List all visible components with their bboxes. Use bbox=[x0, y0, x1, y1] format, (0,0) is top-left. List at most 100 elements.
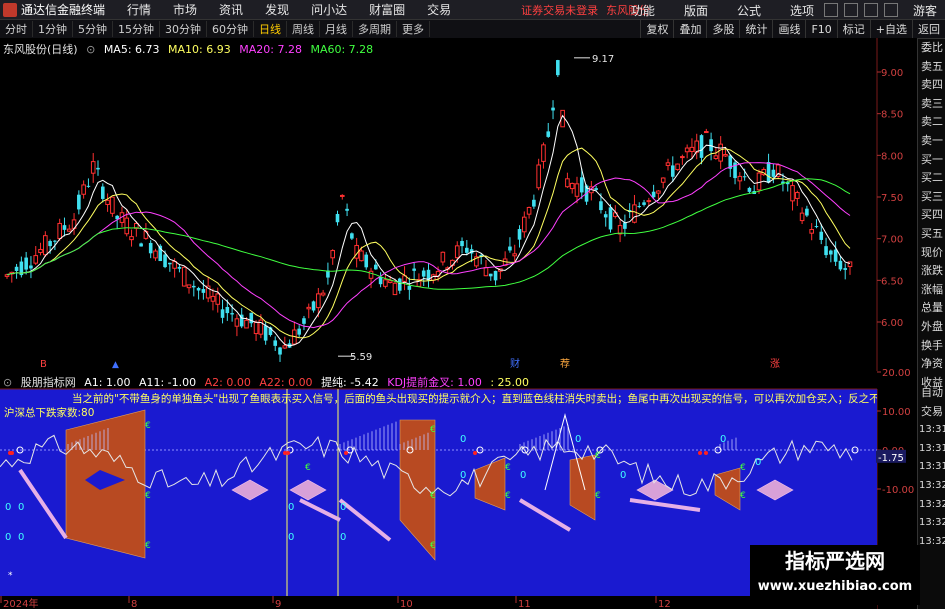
price-label: 6.50 bbox=[881, 276, 903, 287]
quote-field[interactable]: 外盘 bbox=[918, 318, 945, 337]
candle-body-up bbox=[66, 228, 72, 232]
quote-field[interactable]: 涨幅 bbox=[918, 281, 945, 300]
mark-button[interactable]: 标记 bbox=[836, 20, 870, 38]
quote-field[interactable]: 买一 bbox=[918, 151, 945, 170]
quote-field-list: 委比 卖五 卖四 卖三 卖二 卖一 买一 买二 买三 买四 买五 现价 涨跌 涨幅 总量 外盘 换手 净资 收益 bbox=[918, 39, 945, 392]
quote-field[interactable]: 涨跌 bbox=[918, 262, 945, 281]
quote-field[interactable]: 买五 bbox=[918, 225, 945, 244]
price-label: 8.50 bbox=[881, 110, 903, 121]
guest-label[interactable]: 游客 bbox=[913, 2, 937, 19]
menu-news[interactable]: 资讯 bbox=[219, 1, 243, 18]
add-watchlist-button[interactable]: +自选 bbox=[869, 20, 912, 38]
candle-body-up bbox=[124, 217, 130, 235]
tick-time: 13:31 bbox=[919, 461, 945, 473]
period-60min[interactable]: 60分钟 bbox=[207, 21, 254, 37]
quote-field[interactable]: 卖二 bbox=[918, 113, 945, 132]
tichun-label: 提纯: -5.42 bbox=[321, 376, 379, 389]
chevron-down-icon[interactable]: ⊙ bbox=[86, 43, 95, 56]
settings-icon[interactable]: ⊙ bbox=[3, 376, 12, 389]
menu-formula[interactable]: 公式 bbox=[737, 2, 761, 19]
period-weekly[interactable]: 周线 bbox=[287, 21, 320, 37]
candle-body-up bbox=[387, 280, 393, 283]
candle-body-up bbox=[675, 163, 680, 171]
quote-field[interactable]: 买三 bbox=[918, 188, 945, 207]
stats-button[interactable]: 统计 bbox=[739, 20, 772, 38]
overlay-button[interactable]: 叠加 bbox=[673, 20, 706, 38]
main-chart-bg bbox=[0, 38, 917, 371]
menu-function[interactable]: 功能 bbox=[631, 2, 655, 19]
quote-field[interactable]: 卖三 bbox=[918, 95, 945, 114]
candle-body-down bbox=[407, 286, 412, 290]
grid-icon[interactable] bbox=[823, 3, 838, 17]
menu-exchange[interactable]: 市场 bbox=[173, 1, 197, 18]
candle-body-down bbox=[48, 241, 52, 247]
period-1min[interactable]: 1分钟 bbox=[33, 21, 73, 37]
auto-trade-item[interactable]: 交易 bbox=[918, 403, 945, 422]
candle-body-down bbox=[488, 273, 493, 277]
signal-zero: 0 bbox=[288, 532, 294, 543]
auto-trade-item[interactable]: 自动 bbox=[918, 384, 945, 403]
candle-body-down bbox=[225, 306, 230, 314]
signal-euro: € bbox=[505, 463, 511, 473]
event-marker: 财 bbox=[510, 357, 520, 370]
period-daily[interactable]: 日线 bbox=[254, 21, 287, 37]
quote-field[interactable]: 卖五 bbox=[918, 58, 945, 77]
menu-assistant[interactable]: 问小达 bbox=[311, 1, 347, 18]
candle-body-down bbox=[460, 241, 464, 247]
f10-button[interactable]: F10 bbox=[805, 20, 836, 38]
menu-market[interactable]: 行情 bbox=[127, 1, 151, 18]
menu-trade[interactable]: 交易 bbox=[427, 1, 451, 18]
multi-stock-button[interactable]: 多股 bbox=[706, 20, 739, 38]
candle-body-up bbox=[306, 306, 312, 310]
watermark-title: 指标严选网 bbox=[785, 549, 885, 573]
candle-body-up bbox=[790, 185, 795, 202]
candle-body-down bbox=[532, 199, 536, 207]
quote-field[interactable]: 买四 bbox=[918, 206, 945, 225]
minimize-icon[interactable] bbox=[843, 3, 858, 17]
period-30min[interactable]: 30分钟 bbox=[160, 21, 207, 37]
candle-body-up bbox=[440, 251, 446, 263]
draw-line-button[interactable]: 画线 bbox=[772, 20, 805, 38]
candle-body-down bbox=[642, 202, 646, 205]
period-monthly[interactable]: 月线 bbox=[320, 21, 353, 37]
watermark-url: www.xuezhibiao.com bbox=[757, 579, 913, 594]
close-icon[interactable] bbox=[883, 3, 898, 17]
menu-wealth[interactable]: 财富圈 bbox=[369, 1, 405, 18]
period-more[interactable]: 更多 bbox=[397, 21, 430, 37]
period-15min[interactable]: 15分钟 bbox=[113, 21, 160, 37]
side-list-2: 自动 交易 13:31 13:31 13:31 13:32 13:32 13:32 13:32 bbox=[918, 384, 945, 551]
quote-field[interactable]: 委比 bbox=[918, 39, 945, 58]
candle-body-down bbox=[86, 185, 91, 187]
quote-field[interactable]: 总量 bbox=[918, 299, 945, 318]
candle-body-up bbox=[718, 143, 723, 162]
back-button[interactable]: 返回 bbox=[912, 20, 945, 38]
ma5-label: MA5: 6.73 bbox=[103, 43, 160, 56]
candle-body-up bbox=[4, 274, 10, 277]
candle-body-down bbox=[220, 309, 225, 318]
restore-rights-button[interactable]: 复权 bbox=[640, 20, 673, 38]
ma10-label: MA10: 6.93 bbox=[168, 43, 231, 56]
quote-field[interactable]: 现价 bbox=[918, 244, 945, 263]
quote-field[interactable]: 净资 bbox=[918, 355, 945, 374]
red-signal-dot bbox=[344, 451, 348, 455]
period-multi[interactable]: 多周期 bbox=[353, 21, 397, 37]
candle-body-down bbox=[637, 206, 642, 208]
period-intraday[interactable]: 分时 bbox=[0, 21, 33, 37]
candle-body-down bbox=[350, 233, 354, 239]
candle-body-up bbox=[569, 182, 575, 190]
app-title: 通达信金融终端 bbox=[21, 3, 106, 17]
candle-body-down bbox=[594, 188, 598, 190]
menu-discover[interactable]: 发现 bbox=[265, 1, 289, 18]
quote-field[interactable]: 买二 bbox=[918, 169, 945, 188]
menu-layout[interactable]: 版面 bbox=[684, 2, 708, 19]
quote-field[interactable]: 卖一 bbox=[918, 132, 945, 151]
kline-chart[interactable]: 9.00 8.50 8.00 7.50 7.00 6.50 6.00 9.17 5.59 B 财 荐 涨… bbox=[0, 38, 917, 609]
period-5min[interactable]: 5分钟 bbox=[73, 21, 113, 37]
candle-body-up bbox=[454, 245, 460, 259]
menu-options[interactable]: 选项 bbox=[790, 2, 814, 19]
login-status[interactable]: 证券交易未登录 bbox=[521, 2, 598, 18]
candle-body-down bbox=[201, 289, 206, 293]
maximize-icon[interactable] bbox=[863, 3, 878, 17]
quote-field[interactable]: 卖四 bbox=[918, 76, 945, 95]
quote-field[interactable]: 换手 bbox=[918, 337, 945, 356]
